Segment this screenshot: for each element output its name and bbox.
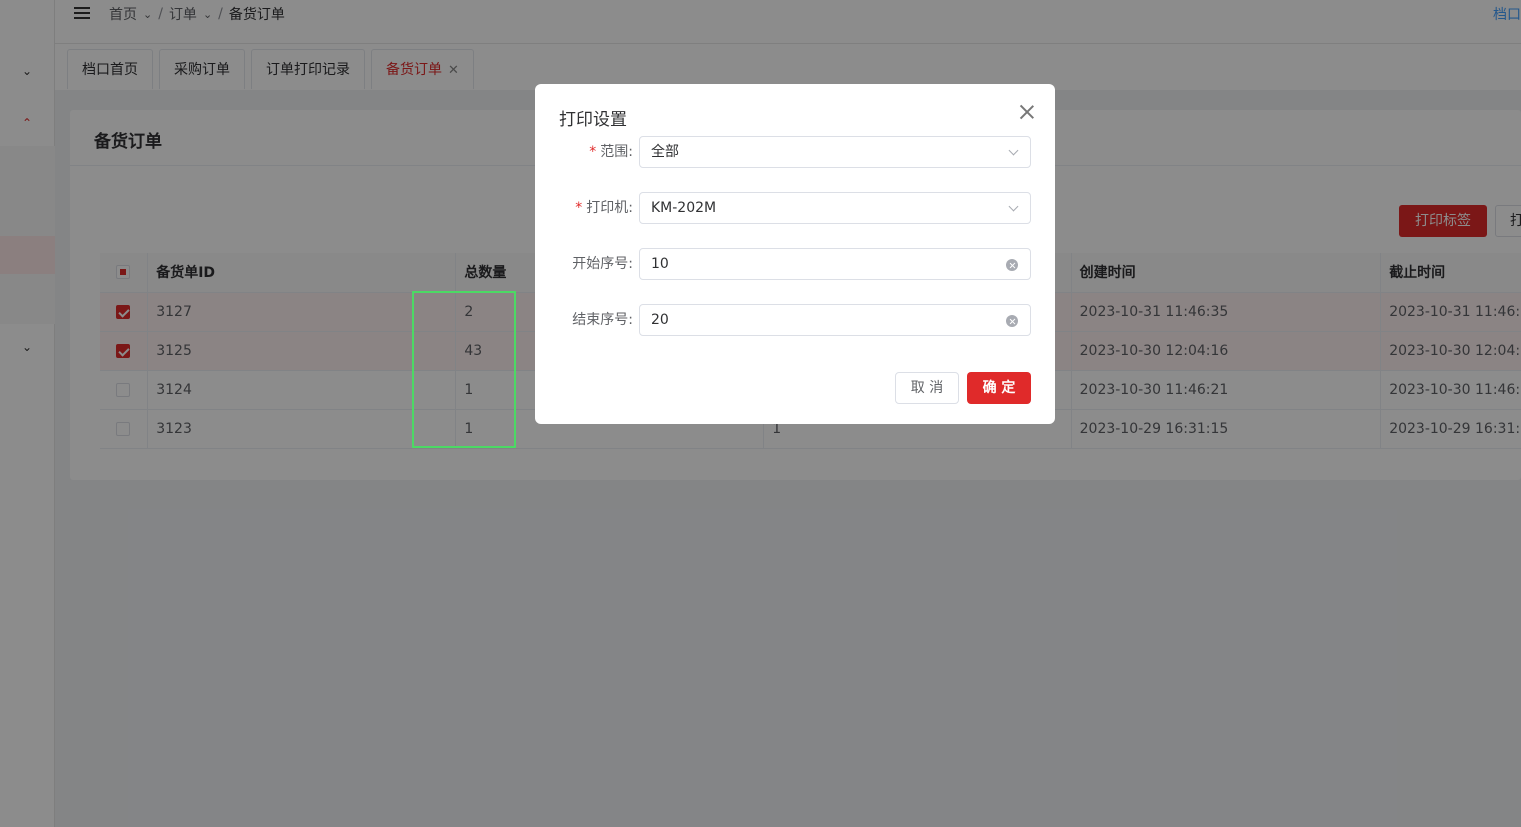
printer-select[interactable]: KM-202M: [639, 192, 1031, 224]
printer-value: KM-202M: [651, 200, 717, 216]
range-value: 全部: [651, 144, 679, 160]
highlight-box: [412, 291, 516, 448]
form-row-printer: * 打印机: KM-202M: [535, 192, 1055, 224]
cancel-button[interactable]: 取 消: [895, 372, 959, 404]
end-label: 结束序号:: [572, 312, 633, 328]
close-icon[interactable]: [1017, 102, 1037, 122]
form-row-end: 结束序号: 20: [535, 304, 1055, 336]
range-select[interactable]: 全部: [639, 136, 1031, 168]
start-label: 开始序号:: [572, 256, 633, 272]
start-number-input[interactable]: 10: [639, 248, 1031, 280]
chevron-down-icon[interactable]: [1008, 201, 1019, 212]
chevron-down-icon[interactable]: [1008, 145, 1019, 156]
confirm-button[interactable]: 确 定: [967, 372, 1031, 404]
clear-icon[interactable]: [1006, 259, 1018, 271]
required-mark: *: [589, 144, 597, 160]
printer-label: * 打印机:: [575, 192, 633, 224]
clear-icon[interactable]: [1006, 315, 1018, 327]
range-label-text: 范围:: [600, 144, 633, 160]
required-mark: *: [575, 200, 583, 216]
range-label: * 范围:: [589, 136, 633, 168]
printer-label-text: 打印机:: [586, 200, 633, 216]
print-settings-dialog: 打印设置 * 范围: 全部 * 打印机: KM-202M 开始序号: 10 结束序号…: [535, 84, 1055, 424]
form-row-range: * 范围: 全部: [535, 136, 1055, 168]
start-value: 10: [651, 256, 669, 272]
form-row-start: 开始序号: 10: [535, 248, 1055, 280]
end-number-input[interactable]: 20: [639, 304, 1031, 336]
dialog-title: 打印设置: [559, 110, 627, 130]
end-value: 20: [651, 312, 669, 328]
